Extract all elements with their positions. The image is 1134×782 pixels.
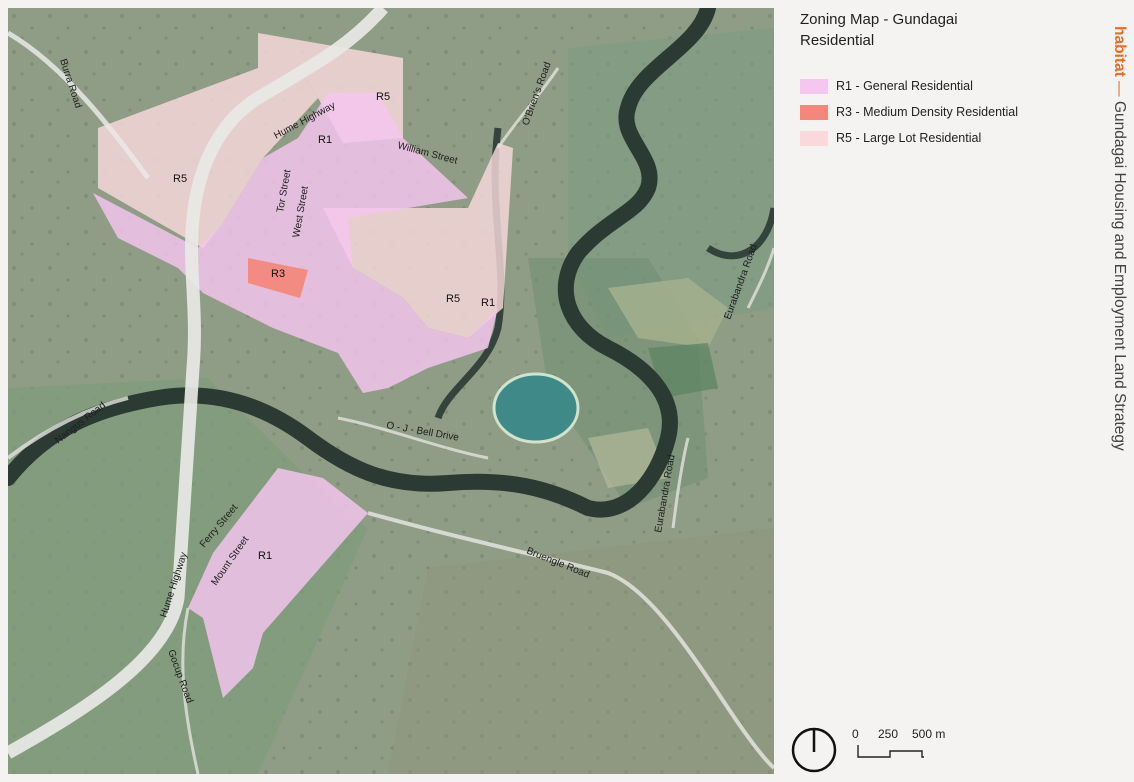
scale-label-500: 500 m [912, 727, 946, 741]
zone-label-r3: R3 [271, 268, 285, 280]
zone-label-r5-west: R5 [173, 173, 187, 185]
legend-swatch-r1 [800, 78, 828, 94]
lagoon [492, 372, 580, 444]
document-side-title: habitat — Gundagai Housing and Employmen… [1110, 26, 1128, 451]
zone-label-r1-north: R1 [318, 134, 332, 146]
scale-label-250: 250 [878, 727, 899, 741]
scale-bar: 0 250 500 m [852, 727, 945, 766]
zone-label-r5-north: R5 [376, 91, 390, 103]
title-separator: — [1111, 81, 1128, 97]
legend-swatch-r3 [800, 104, 828, 120]
zone-label-r5-east: R5 [446, 293, 460, 305]
zone-label-r1-east: R1 [481, 297, 495, 309]
aerial-zoning-map[interactable]: R5 R1 R5 R3 R5 R1 R1 Hume Highway Hume H… [8, 8, 774, 774]
scale-label-0: 0 [852, 727, 859, 741]
document-title: Gundagai Housing and Employment Land Str… [1111, 100, 1128, 451]
brand-logo-text: habitat [1111, 26, 1128, 77]
map-title: Zoning Map - Gundagai Residential [800, 11, 958, 49]
legend-item-r5: R5 - Large Lot Residential [800, 125, 1018, 151]
legend-swatch-r5 [800, 130, 828, 146]
legend-label-r5: R5 - Large Lot Residential [836, 131, 982, 145]
zone-label-r1-south: R1 [258, 550, 272, 562]
north-arrow-icon [789, 725, 839, 780]
legend: R1 - General Residential R3 - Medium Den… [800, 73, 1018, 151]
scale-bar-graphic [857, 745, 924, 758]
legend-label-r3: R3 - Medium Density Residential [836, 105, 1019, 119]
legend-label-r1: R1 - General Residential [836, 79, 973, 93]
legend-item-r3: R3 - Medium Density Residential [800, 99, 1018, 125]
legend-item-r1: R1 - General Residential [800, 73, 1018, 99]
